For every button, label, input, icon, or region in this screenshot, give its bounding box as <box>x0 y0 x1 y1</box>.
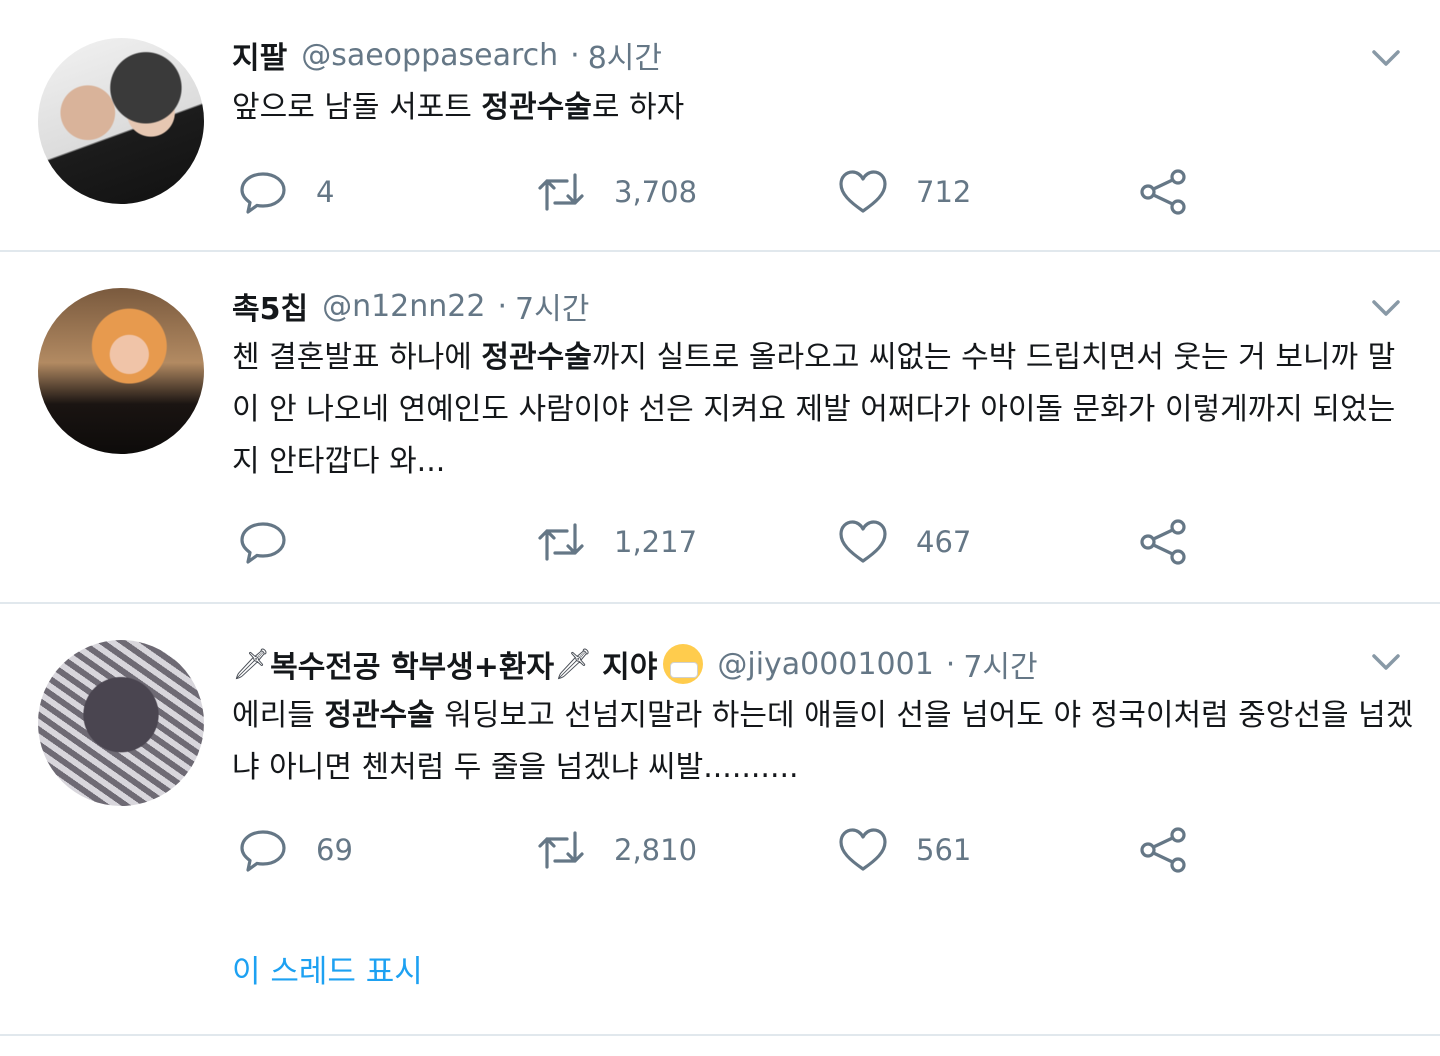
display-name[interactable]: 지팔 <box>232 33 287 77</box>
share-icon <box>1140 519 1186 565</box>
text-segment: 첸 결혼발표 하나에 <box>232 340 482 375</box>
text-segment: 로 하자 <box>591 90 685 125</box>
retweet-button[interactable]: 2,810 <box>536 824 697 876</box>
highlighted-keyword: 정관수술 <box>481 340 592 375</box>
reply-count: 69 <box>316 833 353 867</box>
reply-icon <box>240 830 286 872</box>
tweet-actions: 4 3,708 712 <box>0 166 1440 218</box>
share-button[interactable] <box>1138 516 1188 568</box>
tweet-actions: 69 2,810 561 <box>0 824 1440 876</box>
avatar[interactable] <box>38 640 204 806</box>
mask-emoji-icon <box>663 644 704 684</box>
like-count: 561 <box>916 833 972 867</box>
separator-dot: · <box>497 288 508 324</box>
tweet-actions: 1,217 467 <box>0 516 1440 568</box>
timestamp[interactable]: 7시간 <box>515 284 589 328</box>
chevron-down-icon[interactable] <box>1370 646 1402 678</box>
share-icon <box>1140 169 1186 215</box>
retweet-icon <box>538 173 584 211</box>
like-icon <box>839 520 887 563</box>
tweet-text: 첸 결혼발표 하나에 정관수술까지 실트로 올라오고 씨없는 수박 드립치면서 … <box>232 332 1422 488</box>
reply-icon <box>240 172 286 214</box>
retweet-count: 2,810 <box>614 833 698 867</box>
tweet-1[interactable]: 지팔 @saeoppasearch · 8시간 앞으로 남돌 서포트 정관수술로… <box>0 0 1440 250</box>
dagger-icon: 🗡 <box>554 646 593 682</box>
user-handle[interactable]: @saeoppasearch <box>301 38 558 73</box>
separator-dot: · <box>945 646 956 682</box>
retweet-count: 3,708 <box>614 175 698 209</box>
dagger-icon: 🗡 <box>232 646 271 682</box>
text-segment: 에리들 <box>232 698 325 733</box>
tweet-feed: 지팔 @saeoppasearch · 8시간 앞으로 남돌 서포트 정관수술로… <box>0 0 1440 1056</box>
chevron-down-icon[interactable] <box>1370 42 1402 74</box>
chevron-down-icon[interactable] <box>1370 292 1402 324</box>
retweet-button[interactable]: 3,708 <box>536 166 697 218</box>
reply-button[interactable]: 4 <box>238 166 334 218</box>
tweet-header: 지팔 @saeoppasearch · 8시간 <box>232 33 662 77</box>
timestamp[interactable]: 7시간 <box>963 642 1037 686</box>
reply-button[interactable]: 69 <box>238 824 353 876</box>
share-button[interactable] <box>1138 824 1188 876</box>
highlighted-keyword: 정관수술 <box>481 90 592 125</box>
share-icon <box>1140 827 1186 873</box>
like-icon <box>839 170 887 213</box>
highlighted-keyword: 정관수술 <box>324 698 435 733</box>
reply-count: 4 <box>316 175 335 209</box>
like-button[interactable]: 467 <box>838 516 971 568</box>
tweet-header: 촉5칩 @n12nn22 · 7시간 <box>232 284 589 328</box>
reply-icon <box>240 522 286 564</box>
retweet-icon <box>538 523 584 561</box>
tweet-text: 앞으로 남돌 서포트 정관수술로 하자 <box>232 82 1422 134</box>
like-icon <box>839 828 887 871</box>
like-button[interactable]: 712 <box>838 166 971 218</box>
divider <box>0 1034 1440 1036</box>
tweet-header: 🗡 복수전공 학부생+환자 🗡 지야 @jiya0001001 · 7시간 <box>232 642 1038 686</box>
like-count: 467 <box>916 525 972 559</box>
user-handle[interactable]: @jiya0001001 <box>717 647 933 682</box>
retweet-button[interactable]: 1,217 <box>536 516 697 568</box>
reply-button[interactable] <box>238 516 316 568</box>
like-button[interactable]: 561 <box>838 824 971 876</box>
display-name-part[interactable]: 복수전공 학부생+환자 <box>270 642 554 686</box>
share-button[interactable] <box>1138 166 1188 218</box>
like-count: 712 <box>916 175 972 209</box>
retweet-icon <box>538 831 584 869</box>
user-handle[interactable]: @n12nn22 <box>322 289 485 324</box>
retweet-count: 1,217 <box>614 525 698 559</box>
separator-dot: · <box>570 37 580 73</box>
tweet-2[interactable]: 촉5칩 @n12nn22 · 7시간 첸 결혼발표 하나에 정관수술까지 실트로… <box>0 252 1440 602</box>
tweet-text: 에리들 정관수술 워딩보고 선넘지말라 하는데 애들이 선을 넘어도 야 정국이… <box>232 690 1422 794</box>
tweet-3[interactable]: 🗡 복수전공 학부생+환자 🗡 지야 @jiya0001001 · 7시간 에리… <box>0 604 1440 1034</box>
timestamp[interactable]: 8시간 <box>588 33 662 77</box>
display-name-part[interactable]: 지야 <box>602 642 657 686</box>
avatar[interactable] <box>38 288 204 454</box>
display-name[interactable]: 촉5칩 <box>232 284 308 328</box>
show-thread-link[interactable]: 이 스레드 표시 <box>232 946 423 991</box>
text-segment: 앞으로 남돌 서포트 <box>232 90 482 125</box>
